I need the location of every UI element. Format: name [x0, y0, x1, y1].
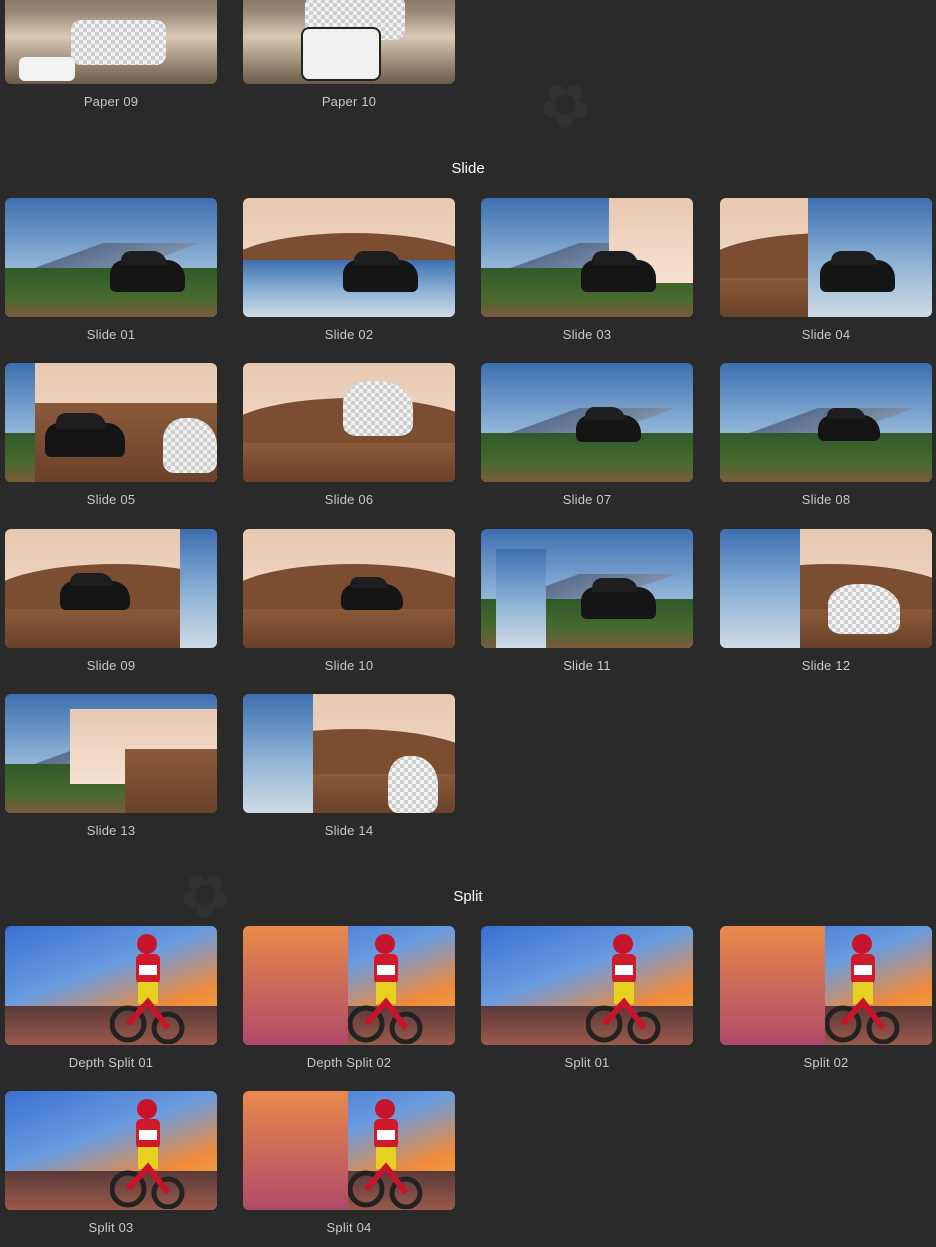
transition-label: Slide 10	[324, 658, 374, 673]
transition-browser: Slide Split Paper 09 Paper 10 Slide 01 Slid…	[0, 0, 936, 1247]
transition-tile[interactable]: Depth Split 02	[243, 926, 455, 1070]
transition-thumbnail[interactable]	[720, 529, 932, 648]
transition-thumbnail[interactable]	[243, 198, 455, 317]
car-silhouette	[45, 413, 125, 457]
car-silhouette	[576, 407, 641, 442]
transition-thumbnail[interactable]	[5, 363, 217, 482]
car-silhouette	[581, 578, 656, 619]
transition-tile[interactable]: Slide 05	[5, 363, 217, 507]
transition-tile[interactable]: Paper 09	[5, 0, 217, 109]
motocross-rider	[110, 1099, 185, 1209]
section-header-split: Split	[453, 888, 483, 905]
transition-tile[interactable]: Slide 09	[5, 529, 217, 673]
motocross-rider	[110, 934, 185, 1044]
transition-label: Depth Split 02	[306, 1055, 392, 1070]
transition-thumbnail[interactable]	[243, 363, 455, 482]
transition-tile[interactable]: Slide 13	[5, 694, 217, 838]
transition-tile[interactable]: Slide 10	[243, 529, 455, 673]
transition-label: Slide 05	[86, 492, 136, 507]
transition-label: Slide 02	[324, 327, 374, 342]
transition-thumbnail[interactable]	[720, 926, 932, 1045]
transition-thumbnail[interactable]	[720, 198, 932, 317]
transition-tile[interactable]: Split 03	[5, 1091, 217, 1235]
transition-label: Slide 09	[86, 658, 136, 673]
transition-tile[interactable]: Paper 10	[243, 0, 455, 109]
transition-label: Slide 08	[801, 492, 851, 507]
transition-label: Split 04	[326, 1220, 372, 1235]
transition-tile[interactable]: Split 04	[243, 1091, 455, 1235]
transition-tile[interactable]: Slide 04	[720, 198, 932, 342]
motocross-rider	[825, 934, 900, 1044]
transition-tile[interactable]: Slide 06	[243, 363, 455, 507]
car-silhouette	[818, 407, 880, 441]
transition-label: Split 03	[88, 1220, 134, 1235]
transition-label: Slide 12	[801, 658, 851, 673]
transition-tile[interactable]: Split 01	[481, 926, 693, 1070]
transition-label: Slide 13	[86, 823, 136, 838]
transition-tile[interactable]: Slide 02	[243, 198, 455, 342]
transition-thumbnail[interactable]	[243, 529, 455, 648]
transition-thumbnail[interactable]	[243, 1091, 455, 1210]
transition-thumbnail[interactable]	[5, 529, 217, 648]
transition-label: Depth Split 01	[68, 1055, 154, 1070]
transition-tile[interactable]: Slide 08	[720, 363, 932, 507]
transition-thumbnail[interactable]	[5, 1091, 217, 1210]
transition-thumbnail[interactable]	[481, 198, 693, 317]
transition-tile[interactable]: Slide 01	[5, 198, 217, 342]
transition-tile[interactable]: Slide 03	[481, 198, 693, 342]
transition-thumbnail[interactable]	[5, 198, 217, 317]
transition-tile[interactable]: Split 02	[720, 926, 932, 1070]
transition-thumbnail[interactable]	[481, 926, 693, 1045]
transition-tile[interactable]: Slide 12	[720, 529, 932, 673]
transition-thumbnail[interactable]	[5, 926, 217, 1045]
transition-label: Slide 04	[801, 327, 851, 342]
transition-tile[interactable]: Slide 14	[243, 694, 455, 838]
transition-label: Slide 07	[562, 492, 612, 507]
transition-label: Paper 10	[321, 94, 377, 109]
transition-label: Slide 14	[324, 823, 374, 838]
transition-label: Slide 03	[562, 327, 612, 342]
motocross-rider	[348, 1099, 423, 1209]
transition-thumbnail[interactable]	[720, 363, 932, 482]
transition-label: Split 02	[803, 1055, 849, 1070]
car-silhouette	[581, 251, 656, 292]
transition-thumbnail[interactable]	[5, 0, 217, 84]
transition-thumbnail[interactable]	[5, 694, 217, 813]
transition-label: Paper 09	[83, 94, 139, 109]
transition-label: Slide 01	[86, 327, 136, 342]
car-silhouette	[820, 251, 895, 292]
motocross-rider	[586, 934, 661, 1044]
transition-thumbnail[interactable]	[243, 694, 455, 813]
transition-label: Slide 06	[324, 492, 374, 507]
motocross-rider	[348, 934, 423, 1044]
car-silhouette	[341, 576, 403, 610]
transition-thumbnail[interactable]	[481, 529, 693, 648]
car-silhouette	[110, 251, 185, 292]
car-silhouette	[343, 251, 418, 292]
transition-thumbnail[interactable]	[243, 0, 455, 84]
transition-thumbnail[interactable]	[243, 926, 455, 1045]
section-header-slide: Slide	[451, 160, 485, 177]
transition-tile[interactable]: Slide 11	[481, 529, 693, 673]
car-silhouette	[60, 572, 130, 610]
transition-thumbnail[interactable]	[481, 363, 693, 482]
transition-tile[interactable]: Slide 07	[481, 363, 693, 507]
transition-label: Split 01	[564, 1055, 610, 1070]
transition-tile[interactable]: Depth Split 01	[5, 926, 217, 1070]
transition-label: Slide 11	[563, 658, 611, 673]
